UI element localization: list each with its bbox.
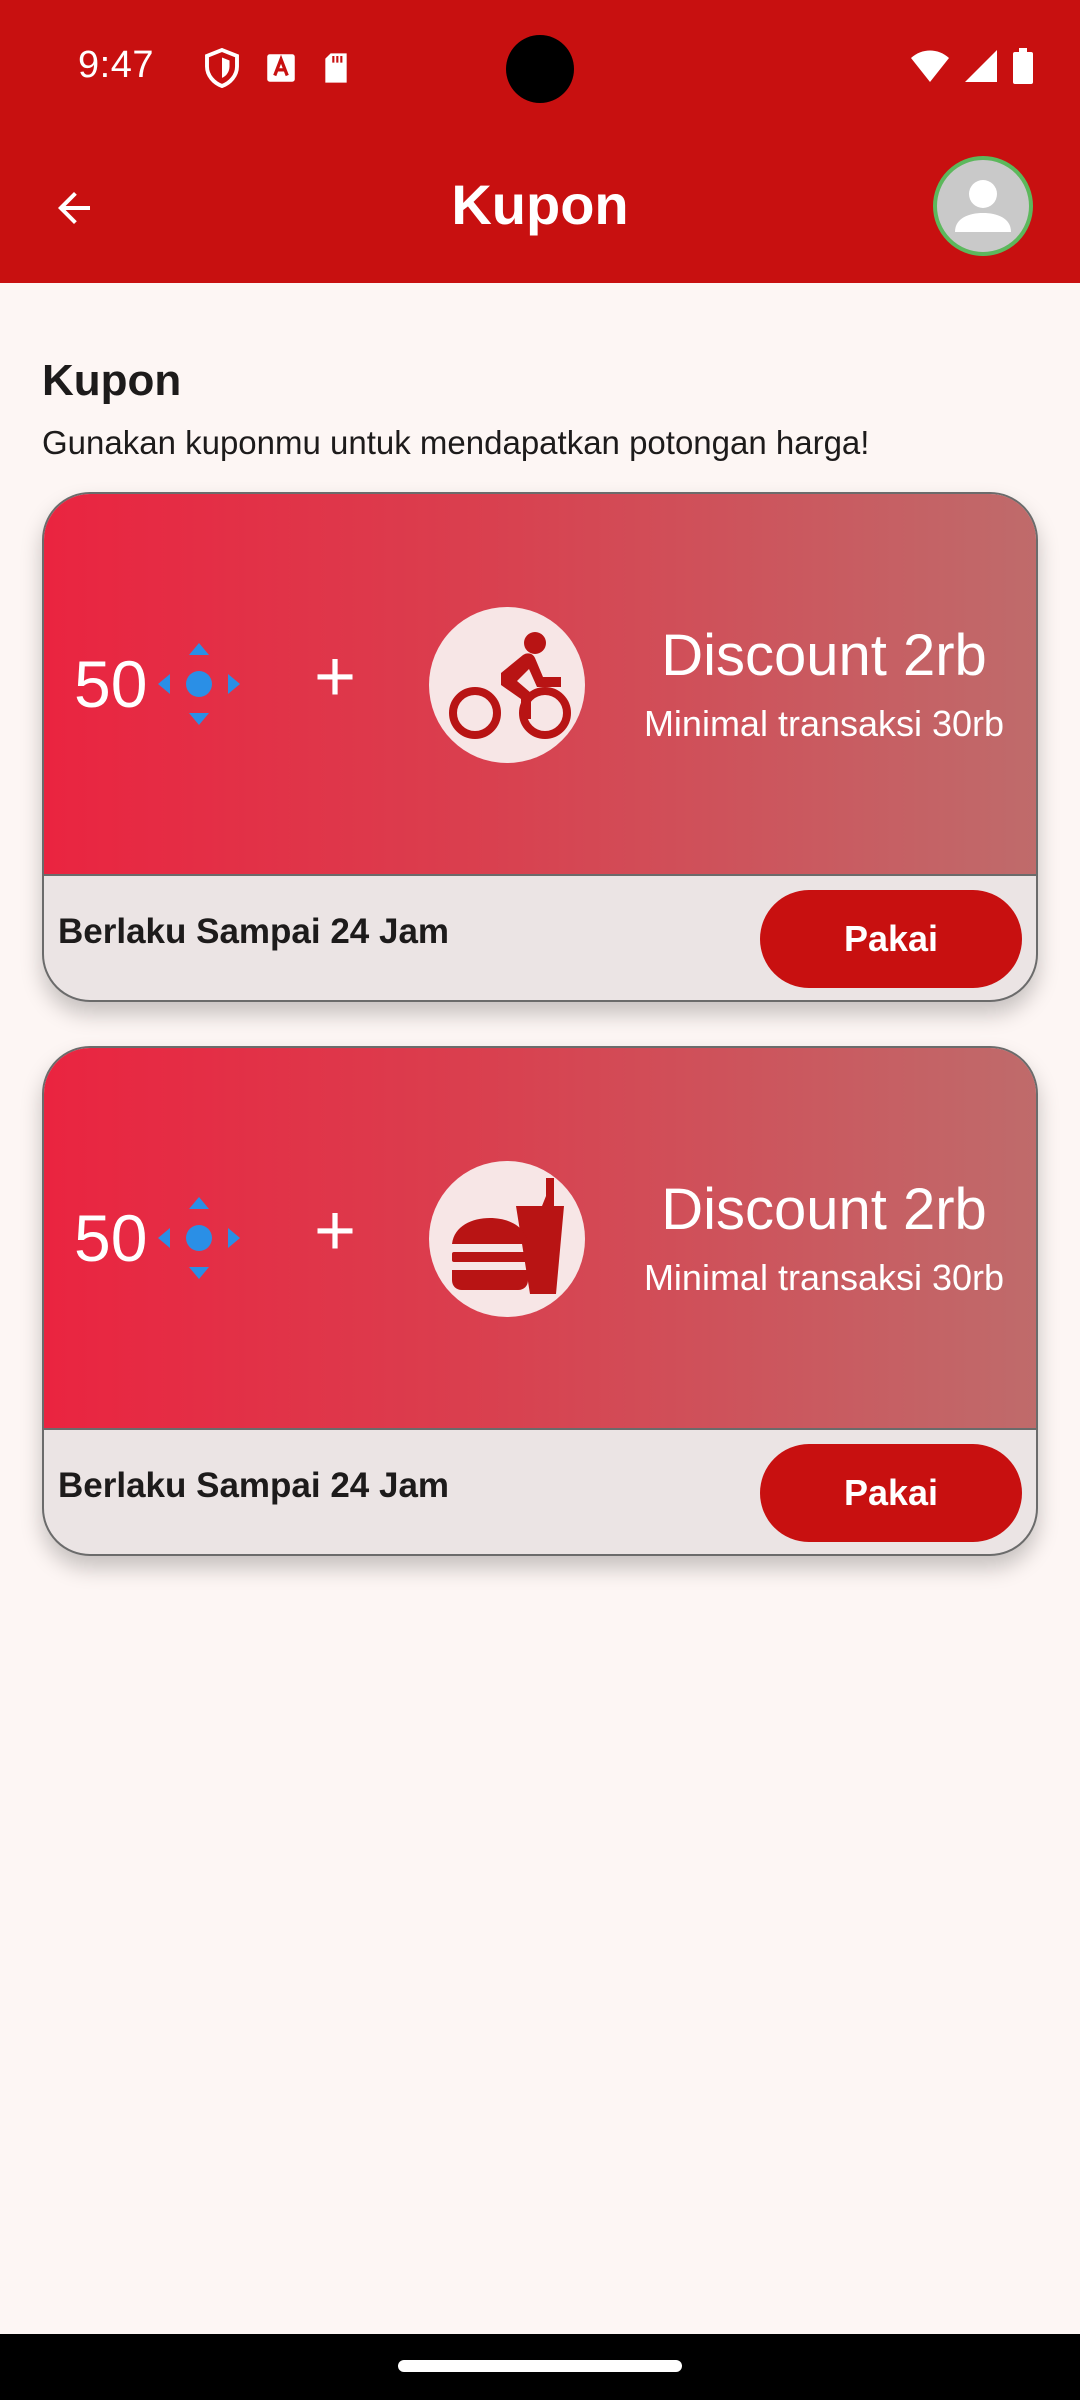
diamond-points-icon — [154, 639, 244, 734]
points-value: 50 — [74, 647, 148, 721]
font-a-icon — [266, 53, 296, 88]
wifi-icon — [910, 49, 950, 88]
section-title: Kupon — [42, 356, 182, 405]
page-title: Kupon — [451, 173, 629, 236]
person-icon — [937, 160, 1029, 252]
shield-icon — [204, 47, 240, 93]
status-time: 9:47 — [78, 44, 154, 86]
battery-icon — [1012, 48, 1034, 89]
avatar-button[interactable] — [933, 156, 1033, 256]
camera-cutout — [506, 35, 574, 103]
discount-title: Discount 2rb — [661, 1177, 987, 1242]
coupon-banner: 50 + Discount 2rb Minimal transaksi 30rb — [44, 1048, 1036, 1430]
plus-sign: + — [314, 637, 357, 717]
bike-icon — [437, 623, 577, 748]
sd-card-icon — [322, 52, 350, 89]
service-badge — [429, 607, 585, 763]
discount-title: Discount 2rb — [661, 623, 987, 688]
app-bar: Kupon — [0, 136, 1080, 283]
use-coupon-button[interactable]: Pakai — [760, 890, 1022, 988]
validity-text: Berlaku Sampai 24 Jam — [58, 912, 450, 951]
signal-icon — [964, 49, 998, 88]
minimum-transaction: Minimal transaksi 30rb — [643, 703, 1005, 744]
status-bar: 9:47 — [0, 0, 1080, 136]
plus-sign: + — [314, 1191, 357, 1271]
coupon-card: 50 + Discount 2rb Minimal transaksi 30rb… — [42, 1046, 1038, 1556]
status-icons-right — [910, 48, 1034, 89]
coupon-card: 50 + Discount 2rb Minimal transaksi 30rb… — [42, 492, 1038, 1002]
use-coupon-button[interactable]: Pakai — [760, 1444, 1022, 1542]
service-badge — [429, 1161, 585, 1317]
validity-text: Berlaku Sampai 24 Jam — [58, 1466, 450, 1505]
section-subtitle: Gunakan kuponmu untuk mendapatkan potong… — [42, 424, 870, 461]
food-icon — [442, 1172, 572, 1307]
points-value: 50 — [74, 1201, 148, 1275]
home-gesture-handle[interactable] — [398, 2360, 682, 2372]
minimum-transaction: Minimal transaksi 30rb — [643, 1257, 1005, 1298]
status-icons-left — [204, 47, 350, 93]
diamond-points-icon — [154, 1193, 244, 1288]
navigation-bar — [0, 2334, 1080, 2400]
coupon-banner: 50 + Discount 2rb Minimal transaksi 30rb — [44, 494, 1036, 876]
